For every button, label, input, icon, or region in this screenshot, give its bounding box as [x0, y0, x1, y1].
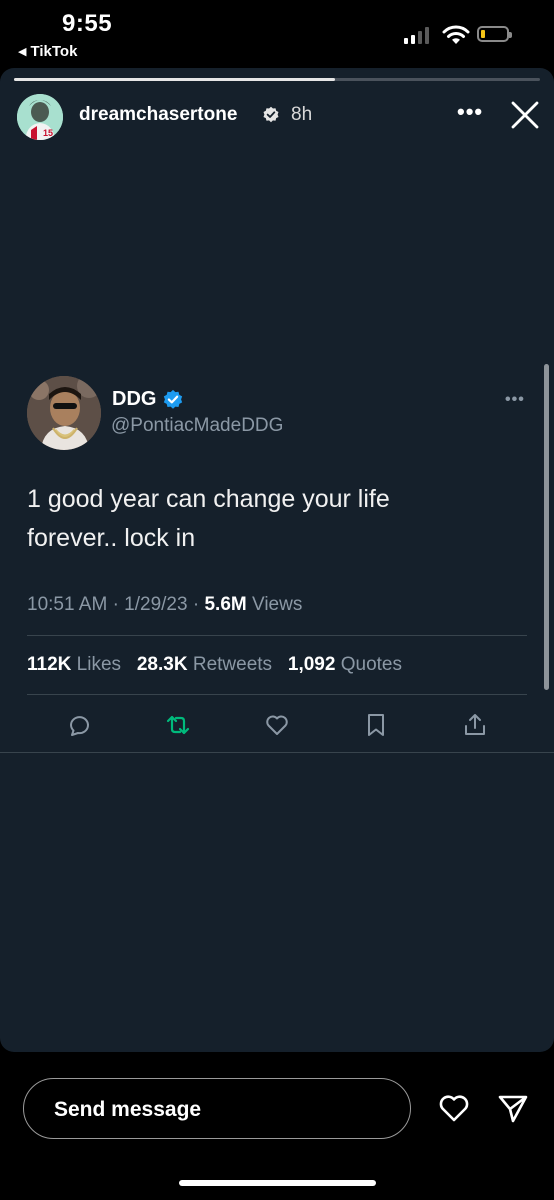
like-icon[interactable]: [264, 712, 290, 738]
back-to-app-link[interactable]: ◀ TikTok: [18, 43, 77, 60]
divider: [27, 635, 527, 636]
tweet-meta: 10:51 AM · 1/29/23 · 5.6M Views: [27, 594, 303, 615]
send-message-input[interactable]: Send message: [23, 1078, 411, 1139]
scrollbar[interactable]: [544, 364, 549, 690]
views-count: 5.6M: [204, 594, 247, 615]
clock: 9:55: [62, 10, 113, 37]
reply-icon[interactable]: [66, 712, 92, 738]
home-indicator[interactable]: [179, 1180, 376, 1186]
likes-stat[interactable]: 112K Likes: [27, 654, 121, 675]
retweets-stat[interactable]: 28.3K Retweets: [137, 654, 272, 675]
svg-text:15: 15: [43, 128, 53, 138]
share-icon[interactable]: [462, 712, 488, 738]
views-label: Views: [252, 594, 303, 615]
story-username[interactable]: dreamchasertone: [79, 104, 237, 126]
battery-low-icon: [477, 26, 512, 42]
heart-icon[interactable]: [437, 1092, 471, 1124]
story-panel[interactable]: 15 dreamchasertone 8h ••• DDG @PontiacMa…: [0, 68, 554, 1052]
wifi-icon: [442, 25, 470, 44]
divider: [0, 752, 554, 753]
tweet-date[interactable]: 1/29/23: [124, 594, 187, 615]
tweet-avatar[interactable]: [27, 376, 101, 450]
verified-badge-icon: [263, 106, 279, 123]
story-progress-bar: [14, 78, 540, 81]
send-icon[interactable]: [496, 1092, 530, 1124]
back-app-label: TikTok: [30, 43, 78, 60]
story-age: 8h: [291, 104, 313, 125]
tweet-author-handle[interactable]: @PontiacMadeDDG: [111, 415, 283, 437]
tweet-text: 1 good year can change your life forever…: [27, 480, 527, 558]
cellular-signal-icon: [404, 26, 429, 44]
divider: [27, 694, 527, 695]
close-icon[interactable]: [510, 100, 540, 130]
back-arrow-icon: ◀: [18, 46, 27, 58]
tweet-stats: 112K Likes 28.3K Retweets 1,092 Quotes: [27, 654, 402, 676]
bookmark-icon[interactable]: [363, 712, 389, 738]
verified-badge-icon: [163, 389, 183, 409]
retweet-icon[interactable]: [165, 712, 191, 738]
tweet-text-line: forever.. lock in: [27, 524, 196, 552]
story-avatar[interactable]: 15: [17, 94, 63, 140]
quotes-stat[interactable]: 1,092 Quotes: [288, 654, 402, 675]
tweet-author-name[interactable]: DDG: [112, 388, 156, 411]
tweet-time[interactable]: 10:51 AM: [27, 594, 107, 615]
send-message-placeholder: Send message: [54, 1098, 202, 1121]
tweet-text-line: 1 good year can change your life: [27, 485, 390, 513]
